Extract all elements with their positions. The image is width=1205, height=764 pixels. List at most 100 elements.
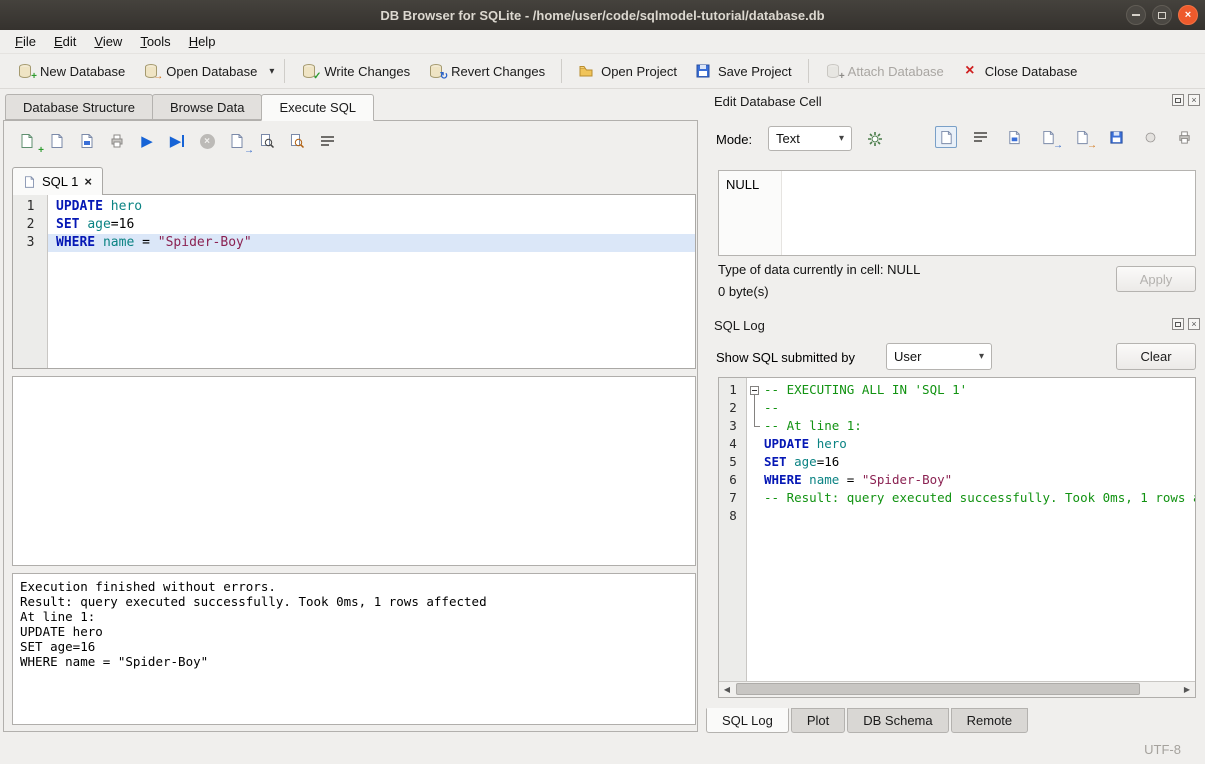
revert-changes-icon: ↻: [428, 63, 444, 79]
cell-type-info: Type of data currently in cell: NULL: [718, 262, 920, 277]
save-cell-button[interactable]: [1105, 126, 1127, 148]
encoding-label: UTF-8: [1144, 742, 1181, 757]
scroll-right-icon[interactable]: ▶: [1179, 682, 1195, 697]
sql-log-view[interactable]: 1-- EXECUTING ALL IN 'SQL 1'2--3-- At li…: [719, 378, 1195, 681]
revert-changes-button[interactable]: ↻ Revert Changes: [419, 58, 554, 84]
float-panel-button[interactable]: [1172, 94, 1184, 106]
float-panel-button[interactable]: [1172, 318, 1184, 330]
results-grid[interactable]: [12, 376, 696, 566]
dock-tab-sql-log[interactable]: SQL Log: [706, 708, 789, 733]
float-icon: [1175, 322, 1181, 327]
close-database-icon: ×: [962, 63, 978, 79]
output-line: At line 1:: [20, 609, 688, 624]
text-mode-button[interactable]: [935, 126, 957, 148]
menu-tools[interactable]: Tools: [131, 32, 179, 51]
open-database-dropdown[interactable]: ▾: [266, 60, 277, 83]
sql-log-box: 1-- EXECUTING ALL IN 'SQL 1'2--3-- At li…: [718, 377, 1196, 698]
close-button[interactable]: ×: [1178, 5, 1198, 25]
log-filter-value: User: [894, 349, 921, 364]
sql-log-title: SQL Log: [714, 318, 765, 333]
output-line: SET age=16: [20, 639, 688, 654]
set-null-button[interactable]: [1139, 126, 1161, 148]
open-sql-file-button[interactable]: [44, 129, 70, 153]
maximize-button[interactable]: [1152, 5, 1172, 25]
sql-file-icon: [23, 175, 36, 189]
code-line: 5SET age=16: [719, 453, 1195, 471]
scrollbar-thumb[interactable]: [736, 683, 1140, 695]
import-arrow-glyph: →: [1053, 141, 1063, 151]
open-database-button[interactable]: → Open Database: [134, 58, 266, 84]
output-line: Execution finished without errors.: [20, 579, 688, 594]
toolbar-separator: [561, 59, 562, 83]
close-icon: ×: [1191, 320, 1196, 329]
scrollbar-track[interactable]: [735, 682, 1179, 697]
sql-tab[interactable]: SQL 1 ×: [12, 167, 103, 195]
cell-editor[interactable]: NULL: [718, 170, 1196, 256]
word-wrap-button[interactable]: [314, 129, 340, 153]
output-line: Result: query executed successfully. Too…: [20, 594, 688, 609]
code-line: 3WHERE name = "Spider-Boy": [13, 234, 695, 252]
print-sql-button[interactable]: [104, 129, 130, 153]
close-database-button[interactable]: × Close Database: [953, 58, 1087, 84]
code-line: 1-- EXECUTING ALL IN 'SQL 1': [719, 381, 1195, 399]
menu-help[interactable]: Help: [180, 32, 225, 51]
export-to-file-button[interactable]: →: [1071, 126, 1093, 148]
export-results-button[interactable]: →: [224, 129, 250, 153]
close-panel-button[interactable]: ×: [1188, 318, 1200, 330]
mode-select[interactable]: Text ▾: [768, 126, 852, 151]
sql-log-window-controls: ×: [1172, 318, 1200, 330]
dock-tab-remote[interactable]: Remote: [951, 708, 1029, 733]
sql-editor[interactable]: 1UPDATE hero2SET age=163WHERE name = "Sp…: [12, 194, 696, 369]
print-cell-button[interactable]: [1173, 126, 1195, 148]
clear-log-button[interactable]: Clear: [1116, 343, 1196, 370]
menu-view[interactable]: View: [85, 32, 131, 51]
execute-all-button[interactable]: ▶: [134, 129, 160, 153]
dock-tab-db-schema[interactable]: DB Schema: [847, 708, 948, 733]
log-horizontal-scrollbar[interactable]: ◀ ▶: [719, 681, 1195, 697]
apply-button[interactable]: Apply: [1116, 266, 1196, 292]
import-from-file-button[interactable]: →: [1037, 126, 1059, 148]
log-filter-select[interactable]: User ▾: [886, 343, 992, 370]
execution-output[interactable]: Execution finished without errors.Result…: [12, 573, 696, 725]
sql-tab-close-icon[interactable]: ×: [84, 174, 92, 189]
dock-tab-plot[interactable]: Plot: [791, 708, 845, 733]
gear-icon: [867, 131, 883, 147]
mode-label: Mode:: [716, 132, 752, 147]
find-button[interactable]: [254, 129, 280, 153]
stop-button[interactable]: ×: [194, 129, 220, 153]
tab-execute-sql[interactable]: Execute SQL: [261, 94, 374, 121]
tab-browse-data[interactable]: Browse Data: [152, 94, 262, 120]
window-title: DB Browser for SQLite - /home/user/code/…: [380, 8, 824, 23]
save-project-button[interactable]: Save Project: [686, 58, 801, 84]
find-replace-button[interactable]: [284, 129, 310, 153]
save-sql-file-button[interactable]: [74, 129, 100, 153]
execute-line-button[interactable]: ▶: [164, 129, 190, 153]
cell-size-info: 0 byte(s): [718, 284, 769, 299]
minimize-button[interactable]: [1126, 5, 1146, 25]
new-database-button[interactable]: + New Database: [8, 58, 134, 84]
attach-database-button[interactable]: + Attach Database: [816, 58, 953, 84]
word-wrap-cell-button[interactable]: [969, 126, 991, 148]
open-in-editor-button[interactable]: [1003, 126, 1025, 148]
word-wrap-icon: [321, 136, 334, 146]
menu-edit[interactable]: Edit: [45, 32, 85, 51]
app-window: DB Browser for SQLite - /home/user/code/…: [0, 0, 1205, 764]
mode-value: Text: [776, 131, 800, 146]
open-project-button[interactable]: Open Project: [569, 58, 686, 84]
plus-glyph: +: [839, 72, 845, 82]
auto-format-button[interactable]: [862, 126, 888, 151]
open-sql-new-tab-button[interactable]: +: [14, 129, 40, 153]
fold-marker-icon[interactable]: [750, 386, 759, 395]
write-changes-icon: ✓: [301, 63, 317, 79]
attach-database-icon: +: [825, 63, 841, 79]
code-line: 2SET age=16: [13, 216, 695, 234]
menu-file[interactable]: File: [6, 32, 45, 51]
write-changes-button[interactable]: ✓ Write Changes: [292, 58, 419, 84]
stop-icon: ×: [200, 134, 215, 149]
close-panel-button[interactable]: ×: [1188, 94, 1200, 106]
tab-database-structure[interactable]: Database Structure: [5, 94, 153, 120]
open-arrow-glyph: →: [153, 72, 163, 82]
main-tabbar: Database Structure Browse Data Execute S…: [5, 94, 373, 121]
sql-tabbar: SQL 1 ×: [12, 167, 103, 195]
scroll-left-icon[interactable]: ◀: [719, 682, 735, 697]
